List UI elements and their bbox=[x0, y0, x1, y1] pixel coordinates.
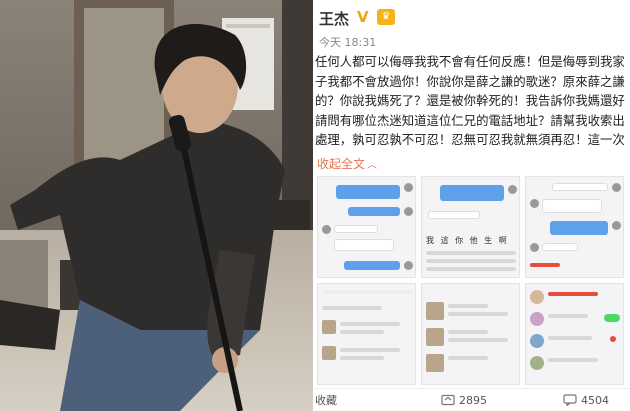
username[interactable]: 王杰 bbox=[319, 8, 349, 29]
keyboard-row bbox=[426, 267, 516, 271]
avatar bbox=[508, 185, 517, 194]
post-header: 王杰 V ♛ 今天 18:31 bbox=[319, 6, 619, 49]
post-line: 的？你說我媽死了？還是被你幹死的！我告訴你我媽還好 bbox=[315, 93, 625, 108]
chat-bubble bbox=[542, 199, 602, 213]
image-thumbnail[interactable] bbox=[317, 283, 416, 385]
collapse-label: 收起全文 bbox=[317, 157, 366, 171]
image-thumbnail[interactable] bbox=[317, 176, 416, 278]
list-line bbox=[340, 356, 384, 360]
list-line bbox=[548, 336, 592, 340]
favorite-button[interactable]: 收藏 bbox=[315, 393, 337, 409]
avatar bbox=[530, 356, 544, 370]
comment-icon bbox=[563, 394, 577, 406]
post-body: 任何人都可以侮辱我我不會有任何反應！但是侮辱到我家 子我都不會放過你！你說你是薛… bbox=[315, 52, 628, 160]
list-line bbox=[548, 358, 598, 362]
photo-illustration bbox=[0, 0, 313, 411]
red-dot bbox=[610, 336, 616, 342]
list-thumbnail bbox=[322, 346, 336, 360]
timestamp[interactable]: 今天 18:31 bbox=[319, 34, 376, 50]
member-icon: ♛ bbox=[377, 9, 395, 25]
list-thumbnail bbox=[426, 354, 444, 372]
post-line: 任何人都可以侮辱我我不會有任何反應！但是侮辱到我家 bbox=[315, 54, 625, 69]
avatar bbox=[404, 261, 413, 270]
collapse-text-button[interactable]: 收起全文 ︿ bbox=[317, 155, 377, 172]
chevron-up-icon: ︿ bbox=[367, 160, 378, 171]
list-line bbox=[548, 292, 598, 296]
comment-count: 4504 bbox=[581, 394, 609, 407]
comment-button[interactable]: 4504 bbox=[563, 393, 609, 409]
image-thumbnail[interactable] bbox=[525, 283, 624, 385]
chat-bubble bbox=[336, 185, 400, 199]
post-photo[interactable] bbox=[0, 0, 313, 411]
avatar bbox=[612, 183, 621, 192]
chat-bubble bbox=[348, 207, 400, 216]
list-thumbnail bbox=[322, 320, 336, 334]
avatar bbox=[404, 207, 413, 216]
chat-bubble bbox=[344, 261, 400, 270]
keyboard-row bbox=[426, 251, 516, 255]
chat-bubble bbox=[550, 221, 608, 235]
list-line bbox=[340, 330, 384, 334]
keyboard-row bbox=[426, 259, 516, 263]
tab-bar bbox=[322, 290, 412, 294]
repost-count: 2895 bbox=[459, 394, 487, 407]
toggle-switch bbox=[604, 314, 620, 322]
list-thumbnail bbox=[426, 302, 444, 320]
list-line bbox=[340, 322, 400, 326]
avatar bbox=[612, 221, 621, 230]
list-line bbox=[448, 312, 508, 316]
post-line: 請問有哪位杰迷知道這位仁兄的電話地址？請幫我收索出 bbox=[315, 112, 625, 128]
list-line bbox=[448, 330, 488, 334]
label-line bbox=[530, 263, 560, 267]
chat-bubble bbox=[552, 183, 608, 191]
list-line bbox=[548, 314, 588, 318]
image-grid: 我 這 你 他 生 啊 bbox=[317, 176, 628, 386]
repost-button[interactable]: 2895 bbox=[441, 393, 487, 409]
image-thumbnail[interactable] bbox=[421, 283, 520, 385]
avatar bbox=[530, 334, 544, 348]
avatar bbox=[322, 225, 331, 234]
avatar bbox=[530, 199, 539, 208]
avatar bbox=[530, 290, 544, 304]
chat-bubble bbox=[542, 243, 578, 251]
chat-bubble bbox=[334, 239, 394, 251]
post-actions: 收藏 2895 4504 bbox=[313, 388, 630, 411]
avatar bbox=[404, 183, 413, 192]
weibo-post: 王杰 V ♛ 今天 18:31 任何人都可以侮辱我我不會有任何反應！但是侮辱到我… bbox=[313, 0, 630, 411]
avatar bbox=[530, 312, 544, 326]
list-line bbox=[448, 304, 488, 308]
image-thumbnail[interactable] bbox=[525, 176, 624, 278]
verified-icon: V bbox=[357, 8, 369, 26]
image-thumbnail[interactable]: 我 這 你 他 生 啊 bbox=[421, 176, 520, 278]
list-line bbox=[448, 356, 488, 360]
avatar bbox=[530, 243, 539, 252]
list-line bbox=[340, 348, 400, 352]
repost-icon bbox=[441, 394, 455, 406]
chat-bubble bbox=[440, 185, 504, 201]
list-thumbnail bbox=[426, 328, 444, 346]
keyboard-suggestions: 我 這 你 他 生 啊 bbox=[426, 236, 509, 245]
chat-bubble bbox=[334, 225, 378, 233]
favorite-label: 收藏 bbox=[315, 394, 337, 407]
chat-bubble bbox=[428, 211, 480, 219]
list-line bbox=[322, 306, 382, 310]
list-line bbox=[448, 338, 508, 342]
post-line: 處理，孰可忍孰不可忍！忍無可忍我就無須再忍！這一次 bbox=[315, 132, 625, 147]
post-line: 子我都不會放過你！你說你是薛之謙的歌迷？原來薛之謙 bbox=[315, 73, 625, 89]
